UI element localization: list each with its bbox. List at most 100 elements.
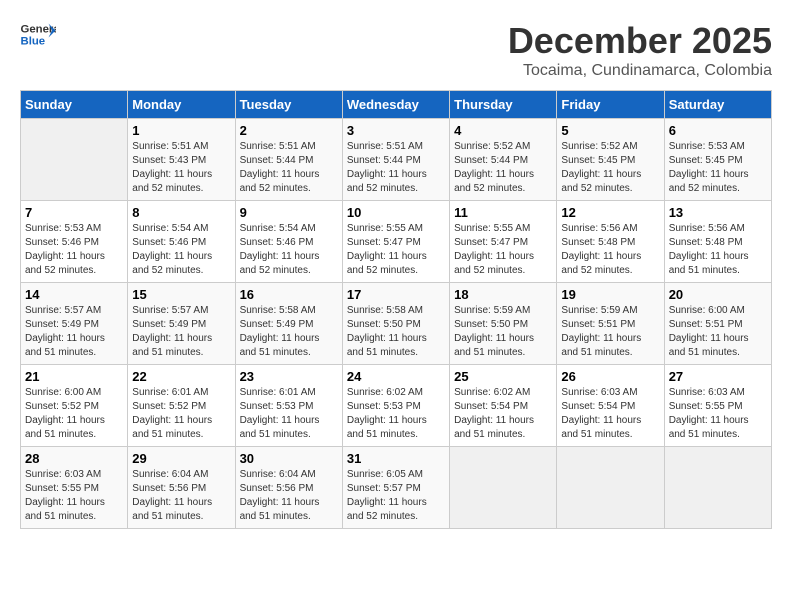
day-info: Sunrise: 6:03 AMSunset: 5:55 PMDaylight:… — [25, 468, 123, 524]
day-number: 31 — [347, 451, 445, 466]
day-info: Sunrise: 5:55 AMSunset: 5:47 PMDaylight:… — [347, 222, 445, 278]
day-number: 26 — [561, 369, 659, 384]
calendar-day-cell: 16 Sunrise: 5:58 AMSunset: 5:49 PMDayligh… — [235, 283, 342, 365]
calendar-day-cell: 20Sunrise: 6:00 AMSunset: 5:51 PMDayligh… — [664, 283, 771, 365]
day-number: 18 — [454, 287, 552, 302]
day-number: 19 — [561, 287, 659, 302]
day-info: Sunrise: 5:53 AMSunset: 5:46 PMDaylight:… — [25, 222, 123, 278]
day-info: Sunrise: 6:01 AMSunset: 5:52 PMDaylight:… — [132, 386, 230, 442]
day-info: Sunrise: 6:04 AMSunset: 5:56 PMDaylight:… — [132, 468, 230, 524]
day-info: Sunrise: 6:04 AMSunset: 5:56 PMDaylight:… — [240, 468, 338, 524]
day-number: 12 — [561, 205, 659, 220]
day-info: Sunrise: 6:02 AMSunset: 5:54 PMDaylight:… — [454, 386, 552, 442]
calendar-day-cell: 25 Sunrise: 6:02 AMSunset: 5:54 PMDayligh… — [450, 365, 557, 447]
calendar-day-cell: 4Sunrise: 5:52 AMSunset: 5:44 PMDaylight… — [450, 119, 557, 201]
calendar-day-cell — [557, 447, 664, 529]
day-number: 25 — [454, 369, 552, 384]
day-number: 15 — [132, 287, 230, 302]
calendar-day-cell: 21 Sunrise: 6:00 AMSunset: 5:52 PMDayligh… — [21, 365, 128, 447]
calendar-day-cell: 5 Sunrise: 5:52 AMSunset: 5:45 PMDaylight… — [557, 119, 664, 201]
day-number: 11 — [454, 205, 552, 220]
title-area: December 2025 Tocaima, Cundinamarca, Col… — [508, 20, 772, 80]
weekday-header-cell: Friday — [557, 91, 664, 119]
day-info: Sunrise: 6:05 AMSunset: 5:57 PMDaylight:… — [347, 468, 445, 524]
day-number: 16 — [240, 287, 338, 302]
day-number: 30 — [240, 451, 338, 466]
day-info: Sunrise: 5:51 AMSunset: 5:44 PMDaylight:… — [347, 140, 445, 196]
day-number: 24 — [347, 369, 445, 384]
day-number: 27 — [669, 369, 767, 384]
calendar-day-cell: 22 Sunrise: 6:01 AMSunset: 5:52 PMDayligh… — [128, 365, 235, 447]
calendar-day-cell: 1Sunrise: 5:51 AMSunset: 5:43 PMDaylight… — [128, 119, 235, 201]
page-header: General Blue December 2025 Tocaima, Cund… — [20, 20, 772, 80]
day-info: Sunrise: 6:00 AMSunset: 5:52 PMDaylight:… — [25, 386, 123, 442]
day-number: 1 — [132, 123, 230, 138]
day-number: 7 — [25, 205, 123, 220]
calendar-day-cell: 3 Sunrise: 5:51 AMSunset: 5:44 PMDaylight… — [342, 119, 449, 201]
day-number: 3 — [347, 123, 445, 138]
day-info: Sunrise: 5:53 AMSunset: 5:45 PMDaylight:… — [669, 140, 767, 196]
day-info: Sunrise: 5:59 AMSunset: 5:50 PMDaylight:… — [454, 304, 552, 360]
calendar-day-cell: 10Sunrise: 5:55 AMSunset: 5:47 PMDayligh… — [342, 201, 449, 283]
weekday-header-cell: Saturday — [664, 91, 771, 119]
day-number: 22 — [132, 369, 230, 384]
calendar-day-cell: 2 Sunrise: 5:51 AMSunset: 5:44 PMDaylight… — [235, 119, 342, 201]
weekday-header-cell: Thursday — [450, 91, 557, 119]
day-info: Sunrise: 5:58 AMSunset: 5:50 PMDaylight:… — [347, 304, 445, 360]
weekday-header-cell: Tuesday — [235, 91, 342, 119]
calendar-day-cell: 19 Sunrise: 5:59 AMSunset: 5:51 PMDayligh… — [557, 283, 664, 365]
calendar-week-row: 14Sunrise: 5:57 AMSunset: 5:49 PMDayligh… — [21, 283, 772, 365]
weekday-header-cell: Sunday — [21, 91, 128, 119]
day-number: 29 — [132, 451, 230, 466]
day-info: Sunrise: 5:51 AMSunset: 5:44 PMDaylight:… — [240, 140, 338, 196]
weekday-header-cell: Monday — [128, 91, 235, 119]
calendar-day-cell — [21, 119, 128, 201]
calendar-day-cell: 9 Sunrise: 5:54 AMSunset: 5:46 PMDaylight… — [235, 201, 342, 283]
day-number: 20 — [669, 287, 767, 302]
day-number: 17 — [347, 287, 445, 302]
calendar-day-cell: 30 Sunrise: 6:04 AMSunset: 5:56 PMDayligh… — [235, 447, 342, 529]
calendar-day-cell: 23Sunrise: 6:01 AMSunset: 5:53 PMDayligh… — [235, 365, 342, 447]
calendar-day-cell: 28Sunrise: 6:03 AMSunset: 5:55 PMDayligh… — [21, 447, 128, 529]
day-number: 5 — [561, 123, 659, 138]
calendar-day-cell: 8 Sunrise: 5:54 AMSunset: 5:46 PMDaylight… — [128, 201, 235, 283]
day-info: Sunrise: 5:58 AMSunset: 5:49 PMDaylight:… — [240, 304, 338, 360]
logo-icon: General Blue — [20, 20, 56, 48]
day-info: Sunrise: 5:56 AMSunset: 5:48 PMDaylight:… — [669, 222, 767, 278]
day-number: 8 — [132, 205, 230, 220]
calendar-day-cell: 15 Sunrise: 5:57 AMSunset: 5:49 PMDayligh… — [128, 283, 235, 365]
calendar-table: SundayMondayTuesdayWednesdayThursdayFrid… — [20, 90, 772, 529]
day-info: Sunrise: 5:52 AMSunset: 5:45 PMDaylight:… — [561, 140, 659, 196]
day-info: Sunrise: 5:54 AMSunset: 5:46 PMDaylight:… — [132, 222, 230, 278]
calendar-day-cell: 29 Sunrise: 6:04 AMSunset: 5:56 PMDayligh… — [128, 447, 235, 529]
day-info: Sunrise: 6:03 AMSunset: 5:54 PMDaylight:… — [561, 386, 659, 442]
day-info: Sunrise: 5:52 AMSunset: 5:44 PMDaylight:… — [454, 140, 552, 196]
day-number: 2 — [240, 123, 338, 138]
calendar-day-cell: 13Sunrise: 5:56 AMSunset: 5:48 PMDayligh… — [664, 201, 771, 283]
calendar-day-cell: 12 Sunrise: 5:56 AMSunset: 5:48 PMDayligh… — [557, 201, 664, 283]
day-number: 6 — [669, 123, 767, 138]
calendar-day-cell: 24 Sunrise: 6:02 AMSunset: 5:53 PMDayligh… — [342, 365, 449, 447]
day-info: Sunrise: 5:54 AMSunset: 5:46 PMDaylight:… — [240, 222, 338, 278]
calendar-day-cell: 31 Sunrise: 6:05 AMSunset: 5:57 PMDayligh… — [342, 447, 449, 529]
day-number: 9 — [240, 205, 338, 220]
day-info: Sunrise: 6:01 AMSunset: 5:53 PMDaylight:… — [240, 386, 338, 442]
location-subtitle: Tocaima, Cundinamarca, Colombia — [508, 62, 772, 80]
calendar-day-cell: 18 Sunrise: 5:59 AMSunset: 5:50 PMDayligh… — [450, 283, 557, 365]
month-title: December 2025 — [508, 20, 772, 62]
day-info: Sunrise: 5:57 AMSunset: 5:49 PMDaylight:… — [132, 304, 230, 360]
calendar-day-cell: 11 Sunrise: 5:55 AMSunset: 5:47 PMDayligh… — [450, 201, 557, 283]
day-info: Sunrise: 5:56 AMSunset: 5:48 PMDaylight:… — [561, 222, 659, 278]
logo: General Blue — [20, 20, 56, 48]
day-number: 21 — [25, 369, 123, 384]
day-info: Sunrise: 5:57 AMSunset: 5:49 PMDaylight:… — [25, 304, 123, 360]
day-info: Sunrise: 6:02 AMSunset: 5:53 PMDaylight:… — [347, 386, 445, 442]
calendar-day-cell: 26 Sunrise: 6:03 AMSunset: 5:54 PMDayligh… — [557, 365, 664, 447]
calendar-day-cell: 27 Sunrise: 6:03 AMSunset: 5:55 PMDayligh… — [664, 365, 771, 447]
day-info: Sunrise: 6:03 AMSunset: 5:55 PMDaylight:… — [669, 386, 767, 442]
calendar-day-cell — [450, 447, 557, 529]
day-info: Sunrise: 5:55 AMSunset: 5:47 PMDaylight:… — [454, 222, 552, 278]
day-info: Sunrise: 5:59 AMSunset: 5:51 PMDaylight:… — [561, 304, 659, 360]
calendar-week-row: 1Sunrise: 5:51 AMSunset: 5:43 PMDaylight… — [21, 119, 772, 201]
calendar-day-cell — [664, 447, 771, 529]
